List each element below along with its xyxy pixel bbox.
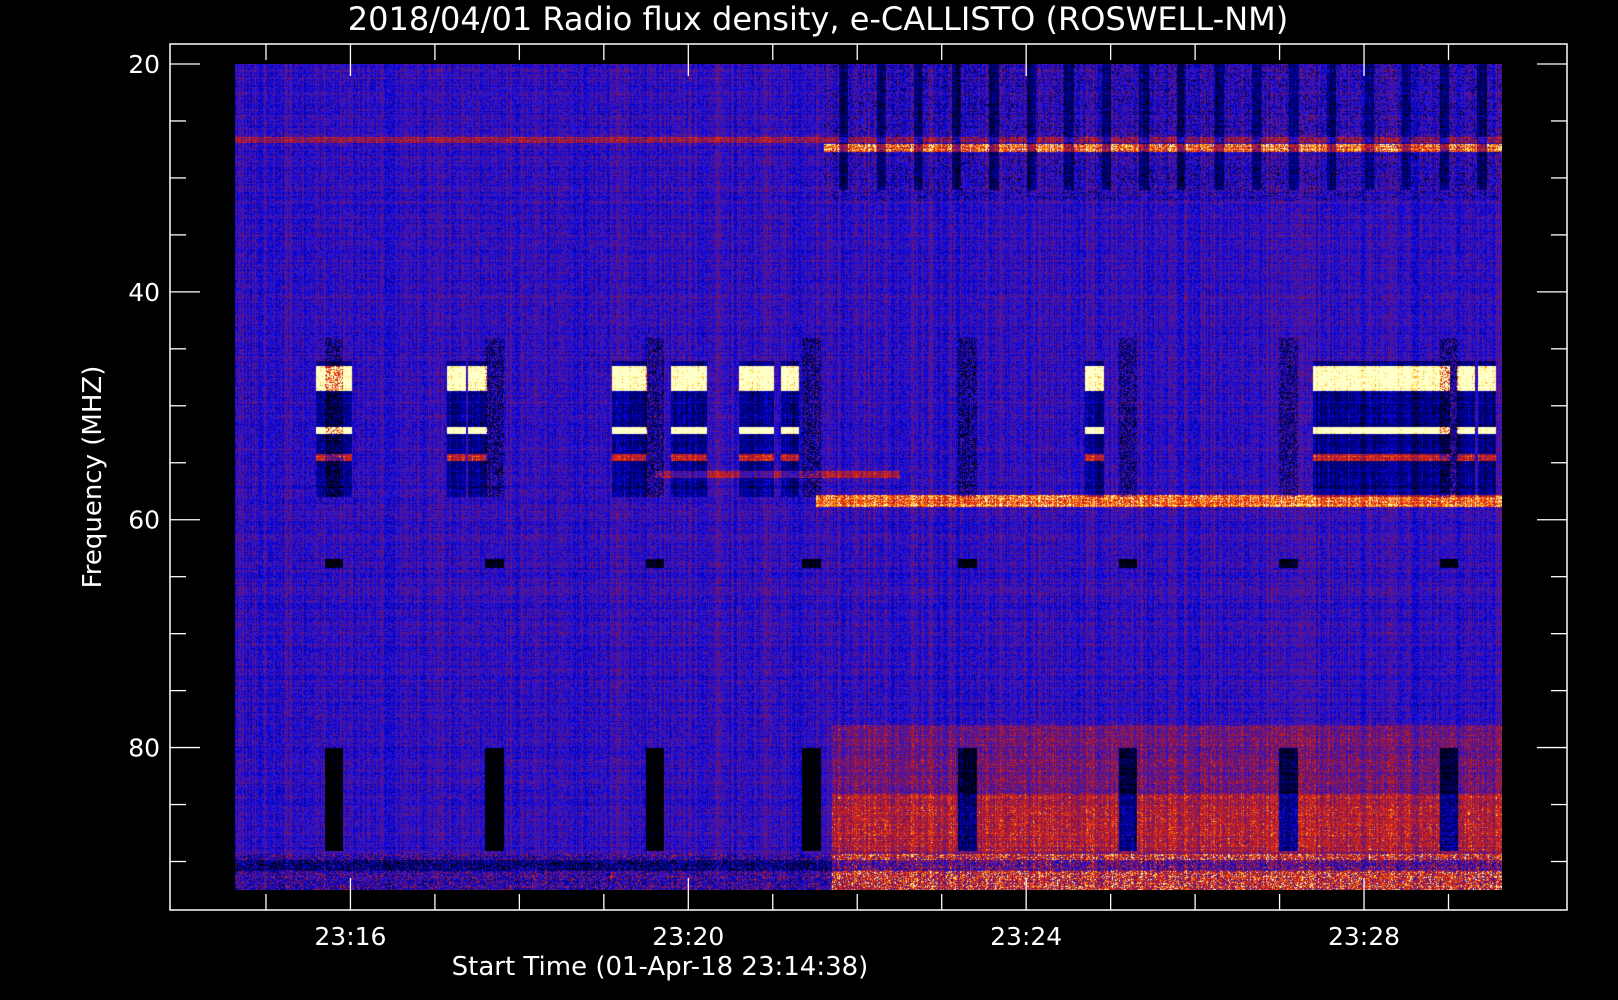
x-tick-label: 23:16 xyxy=(314,922,386,951)
y-tick-label: 60 xyxy=(128,506,160,535)
y-tick-label: 20 xyxy=(128,50,160,79)
spectrogram-figure: 2018/04/01 Radio flux density, e-CALLIST… xyxy=(0,0,1618,1000)
x-tick-label: 23:24 xyxy=(990,922,1062,951)
x-tick-label: 23:20 xyxy=(652,922,724,951)
spectrogram-heatmap xyxy=(235,64,1502,890)
y-axis-title: Frequency (MHZ) xyxy=(78,366,108,589)
spectrogram-image xyxy=(235,64,1502,890)
x-tick-label: 23:28 xyxy=(1328,922,1400,951)
chart-title: 2018/04/01 Radio flux density, e-CALLIST… xyxy=(348,0,1288,38)
y-tick-label: 80 xyxy=(128,734,160,763)
y-tick-label: 40 xyxy=(128,278,160,307)
x-axis-title: Start Time (01-Apr-18 23:14:38) xyxy=(452,952,869,982)
